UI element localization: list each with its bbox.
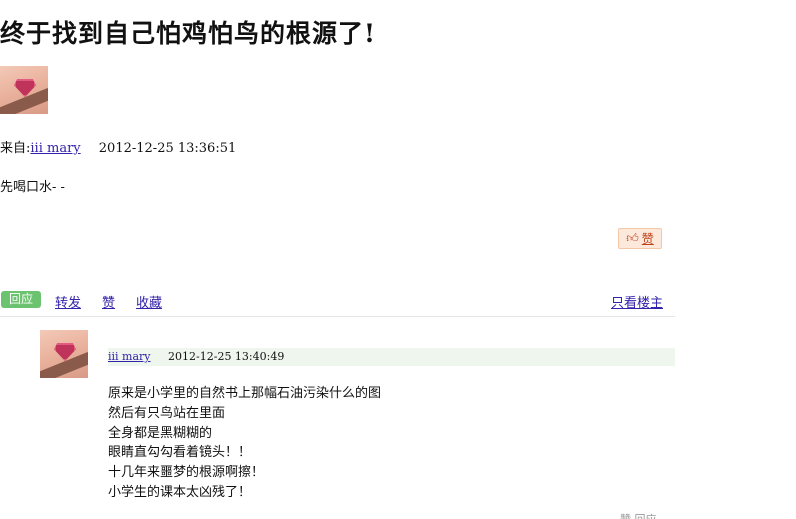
comment-line: 全身都是黑糊糊的 [108, 425, 213, 441]
post-time: 2012-12-25 13:36:51 [98, 141, 237, 156]
page-title: 终于找到自己怕鸡怕鸟的根源了! [0, 19, 376, 48]
from-label: 来自: [0, 141, 31, 156]
post-page: 终于找到自己怕鸡怕鸟的根源了! 来自:iii mary 2012-12-25 1… [0, 0, 796, 519]
comment-avatar[interactable] [40, 330, 88, 378]
divider [0, 316, 675, 317]
comment-line: 原来是小学里的自然书上那幅石油污染什么的图 [108, 386, 382, 401]
reply-button[interactable]: 回应 [1, 291, 41, 308]
comment-author-link[interactable]: iii mary [108, 350, 151, 363]
action-bar: 回应 转发 赞 收藏 只看楼主 [0, 291, 675, 311]
comment-line: 小学生的课本太凶残了！ [108, 484, 252, 500]
like-button-label: 赞 [641, 232, 654, 246]
collect-link[interactable]: 收藏 [136, 292, 162, 311]
comment-header: iii mary 2012-12-25 13:40:49 [108, 348, 675, 366]
like-link[interactable]: 赞 [102, 292, 115, 311]
author-avatar[interactable] [0, 66, 48, 114]
post-meta: 来自:iii mary 2012-12-25 13:36:51 [0, 137, 236, 156]
comment-line: 眼睛直勾勾看着镜头！！ [108, 445, 252, 461]
comment-line: 然后有只鸟站在里面 [108, 405, 226, 421]
comment-body: 原来是小学里的自然书上那幅石油污染什么的图 然后有只鸟站在里面 全身都是黑糊糊的… [108, 384, 381, 503]
only-op-link[interactable]: 只看楼主 [611, 292, 663, 311]
author-link[interactable]: iii mary [30, 141, 80, 156]
comment-line: 十几年来噩梦的根源啊擦！ [108, 465, 265, 481]
like-button[interactable]: 👍︎ 赞 [618, 228, 662, 249]
comment-time: 2012-12-25 13:40:49 [168, 350, 285, 363]
share-link[interactable]: 转发 [55, 292, 81, 311]
comment-actions-partial[interactable]: 赞 回应 [620, 511, 657, 519]
thumbs-up-icon: 👍︎ [626, 231, 639, 245]
post-content: 先喝口水- - [0, 180, 65, 195]
